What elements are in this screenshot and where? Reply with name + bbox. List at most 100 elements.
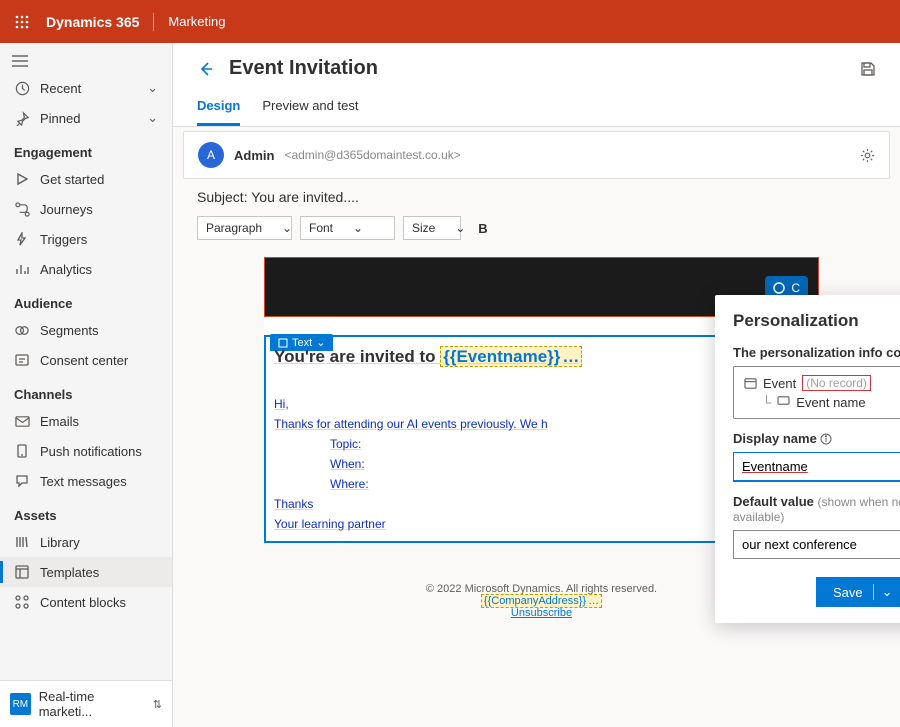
updown-icon: ⇅ xyxy=(153,698,162,711)
paragraph-select[interactable]: Paragraph⌄ xyxy=(197,216,292,240)
bold-button[interactable]: B xyxy=(469,215,497,241)
nav-label: Analytics xyxy=(40,262,92,277)
sidebar: Recent ⌄ Pinned ⌄ Engagement Get started… xyxy=(0,43,173,727)
nav-label: Text messages xyxy=(40,474,127,489)
panel-title: Personalization xyxy=(733,311,900,331)
from-email: <admin@d365domaintest.co.uk> xyxy=(284,148,460,162)
nav-label: Emails xyxy=(40,414,79,429)
avatar: A xyxy=(198,142,224,168)
info-icon[interactable] xyxy=(820,433,832,445)
library-icon xyxy=(14,534,30,550)
save-split-icon[interactable]: ⌄ xyxy=(873,584,893,600)
sidebar-item-triggers[interactable]: Triggers xyxy=(0,224,172,254)
play-icon xyxy=(14,171,30,187)
blocks-icon xyxy=(14,594,30,610)
no-record-badge: (No record) xyxy=(802,375,871,391)
size-select[interactable]: Size⌄ xyxy=(403,216,461,240)
sidebar-item-text-messages[interactable]: Text messages xyxy=(0,466,172,496)
nav-label: Consent center xyxy=(40,353,128,368)
nav-label: Get started xyxy=(40,172,104,187)
nav-label: Push notifications xyxy=(40,444,142,459)
unsubscribe-link[interactable]: Unsubscribe xyxy=(511,607,572,619)
subject-row[interactable]: Subject: You are invited.... xyxy=(183,185,900,215)
display-name-input[interactable] xyxy=(733,452,900,482)
group-audience: Audience xyxy=(0,284,172,315)
design-canvas: A Admin <admin@d365domaintest.co.uk> Sub… xyxy=(173,127,900,727)
brand-name: Dynamics 365 xyxy=(46,14,139,30)
chat-icon xyxy=(14,473,30,489)
default-value-input[interactable] xyxy=(733,530,900,559)
clock-icon xyxy=(14,80,30,96)
nav-label: Content blocks xyxy=(40,595,126,610)
segments-icon xyxy=(14,322,30,338)
phone-icon xyxy=(14,443,30,459)
sidebar-item-get-started[interactable]: Get started xyxy=(0,164,172,194)
template-icon xyxy=(14,564,30,580)
sidebar-item-content-blocks[interactable]: Content blocks xyxy=(0,587,172,617)
group-channels: Channels xyxy=(0,375,172,406)
token-eventname[interactable]: {{Eventname}} xyxy=(440,346,582,367)
area-switcher[interactable]: RM Real-time marketi... ⇅ xyxy=(0,680,172,727)
trigger-icon xyxy=(14,231,30,247)
source-child: Event name xyxy=(796,395,865,410)
nav-label: Journeys xyxy=(40,202,93,217)
titlebar: Event Invitation xyxy=(173,43,900,84)
sidebar-item-analytics[interactable]: Analytics xyxy=(0,254,172,284)
default-value-label: Default value (shown when no data is ava… xyxy=(733,494,900,524)
chevron-down-icon: ⌄ xyxy=(353,221,363,235)
chevron-down-icon: ⌄ xyxy=(147,110,158,126)
subject-value: You are invited.... xyxy=(251,189,359,205)
sidebar-item-emails[interactable]: Emails xyxy=(0,406,172,436)
nav-label: Pinned xyxy=(40,111,80,126)
email-from-row: A Admin <admin@d365domaintest.co.uk> xyxy=(183,131,890,179)
sidebar-pinned[interactable]: Pinned ⌄ xyxy=(0,103,172,133)
source-selector[interactable]: Event (No record) └ Event name › xyxy=(733,366,900,419)
journey-icon xyxy=(14,201,30,217)
nav-label: Library xyxy=(40,535,80,550)
module-name: Marketing xyxy=(168,14,225,29)
sidebar-collapse-icon[interactable] xyxy=(0,49,172,73)
personalization-panel: Personalization The personalization info… xyxy=(715,295,900,623)
field-icon xyxy=(777,395,790,406)
window-icon xyxy=(744,377,757,390)
global-header: Dynamics 365 Marketing xyxy=(0,0,900,43)
display-name-label: Display name * xyxy=(733,431,900,446)
chevron-down-icon: ⌄ xyxy=(455,221,465,235)
group-engagement: Engagement xyxy=(0,133,172,164)
area-label: Real-time marketi... xyxy=(39,689,145,719)
chevron-down-icon: ⌄ xyxy=(282,221,292,235)
nav-label: Templates xyxy=(40,565,99,580)
source-root: Event xyxy=(763,376,796,391)
tab-preview[interactable]: Preview and test xyxy=(262,92,358,126)
consent-icon xyxy=(14,352,30,368)
save-icon[interactable] xyxy=(860,61,876,77)
sidebar-item-segments[interactable]: Segments xyxy=(0,315,172,345)
font-select[interactable]: Font⌄ xyxy=(300,216,395,240)
sidebar-item-consent-center[interactable]: Consent center xyxy=(0,345,172,375)
subject-label: Subject: xyxy=(197,189,248,205)
page-title: Event Invitation xyxy=(229,57,378,80)
tab-design[interactable]: Design xyxy=(197,92,240,126)
area-badge: RM xyxy=(10,693,31,715)
tabs: Design Preview and test xyxy=(173,84,900,127)
nav-label: Segments xyxy=(40,323,99,338)
back-button[interactable] xyxy=(197,60,215,78)
nav-label: Triggers xyxy=(40,232,87,247)
divider xyxy=(153,13,154,31)
sidebar-item-templates[interactable]: Templates xyxy=(0,557,172,587)
editor-toolbar: Paragraph⌄ Font⌄ Size⌄ B xyxy=(183,215,900,251)
gear-icon[interactable] xyxy=(860,148,875,163)
sidebar-item-journeys[interactable]: Journeys xyxy=(0,194,172,224)
save-button[interactable]: Save ⌄ xyxy=(816,577,900,607)
token-company-address[interactable]: {{CompanyAddress}} xyxy=(481,594,602,608)
main-content: Event Invitation Design Preview and test… xyxy=(173,43,900,727)
chevron-down-icon: ⌄ xyxy=(147,80,158,96)
app-launcher-icon[interactable] xyxy=(8,15,36,29)
group-assets: Assets xyxy=(0,496,172,527)
sidebar-recent[interactable]: Recent ⌄ xyxy=(0,73,172,103)
from-name: Admin xyxy=(234,148,274,163)
mail-icon xyxy=(14,413,30,429)
analytics-icon xyxy=(14,261,30,277)
sidebar-item-push-notifications[interactable]: Push notifications xyxy=(0,436,172,466)
sidebar-item-library[interactable]: Library xyxy=(0,527,172,557)
